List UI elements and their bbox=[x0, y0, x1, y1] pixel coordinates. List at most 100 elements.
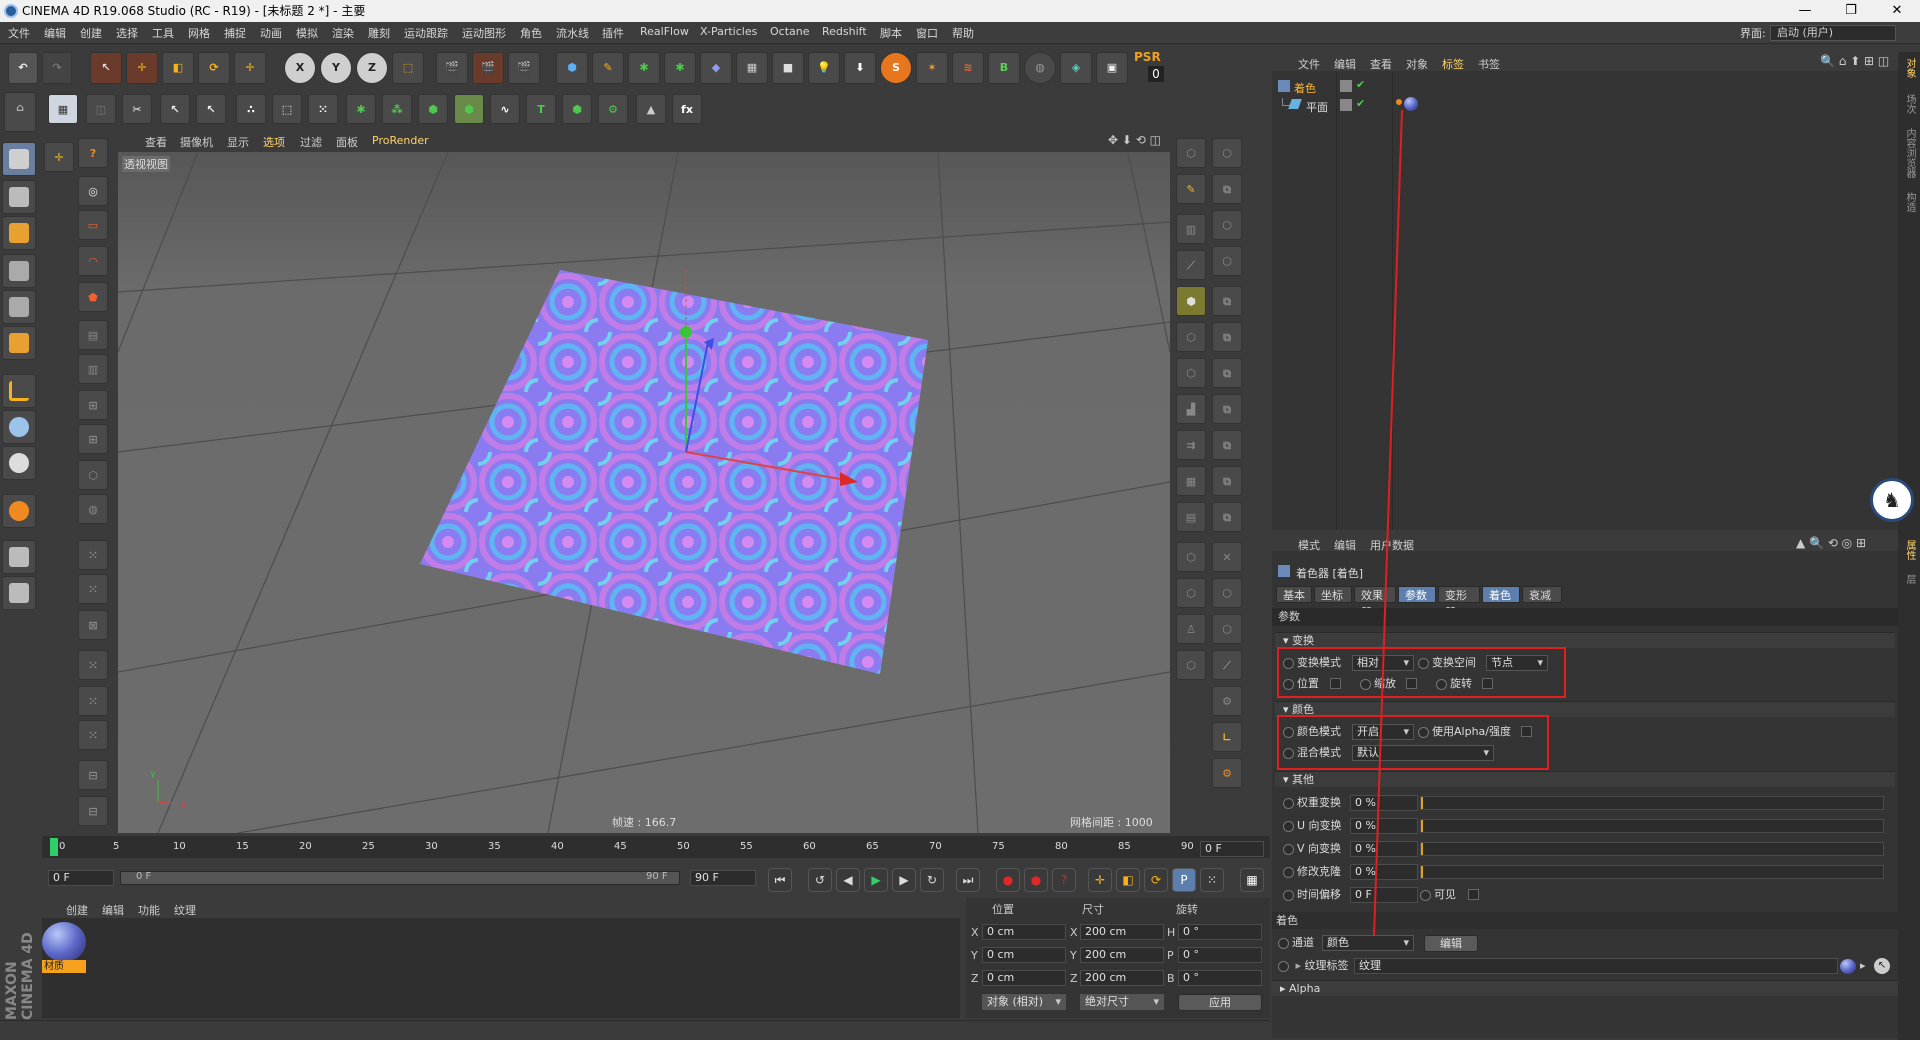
light-icon[interactable]: 💡 bbox=[808, 52, 840, 84]
object-menu-edit[interactable]: 编辑 bbox=[1334, 56, 1356, 72]
redo-icon[interactable]: ↷ bbox=[42, 52, 72, 84]
texture-tag-anim-icon[interactable] bbox=[1278, 960, 1289, 972]
edit-button[interactable]: 编辑 bbox=[1424, 935, 1478, 952]
palette-cube-8-icon[interactable]: ⬡ bbox=[1176, 578, 1206, 608]
floor-icon[interactable]: ▦ bbox=[736, 52, 768, 84]
fx-icon[interactable]: fx bbox=[672, 94, 702, 124]
attribute-nav-icons[interactable]: ▲ 🔍 ⟲ ◎ ⊞ bbox=[1796, 536, 1866, 550]
weight-anim-icon[interactable] bbox=[1283, 797, 1294, 809]
coord-mode-dropdown[interactable]: 对象 (相对) bbox=[982, 994, 1066, 1010]
grid-tool-5-icon[interactable]: ⁙ bbox=[78, 686, 108, 716]
menu-octane[interactable]: Octane bbox=[770, 25, 810, 38]
layout-select[interactable]: 启动 (用户) bbox=[1770, 25, 1896, 41]
right-tab-objects[interactable]: 对象 bbox=[1902, 58, 1917, 78]
prev-frame-icon[interactable]: ◀ bbox=[836, 868, 860, 892]
material-tag-icon[interactable] bbox=[1404, 97, 1418, 111]
texture-mode-icon[interactable]: ⬢ bbox=[418, 94, 448, 124]
live-select-icon[interactable]: ↖ bbox=[90, 52, 122, 84]
cube-icon[interactable]: ⬢ bbox=[556, 52, 588, 84]
tab-basic[interactable]: 基本 bbox=[1276, 586, 1312, 603]
object-menu-tags[interactable]: 标签 bbox=[1442, 56, 1464, 72]
iron-tool-icon[interactable]: ⬡ bbox=[78, 460, 108, 490]
viewport-menu-display[interactable]: 显示 bbox=[227, 134, 249, 150]
menu-sculpt[interactable]: 雕刻 bbox=[368, 25, 390, 41]
key-move-icon[interactable]: ✛ bbox=[1088, 868, 1112, 892]
right-tab-content-browser[interactable]: 内容浏览器 bbox=[1902, 128, 1917, 178]
camera-icon[interactable]: ■ bbox=[772, 52, 804, 84]
disabled-tool-icon[interactable]: ◫ bbox=[86, 94, 116, 124]
phong-tag-icon[interactable] bbox=[1396, 99, 1402, 105]
menu-animate[interactable]: 动画 bbox=[260, 25, 282, 41]
snap-s-icon[interactable] bbox=[2, 446, 36, 480]
palette-cube-3-icon[interactable]: ⬡ bbox=[1212, 210, 1242, 240]
viewport-nav-icons[interactable]: ✥ ⬇ ⟲ ◫ bbox=[1108, 133, 1161, 147]
layout-mesh-icon[interactable]: ⌂ bbox=[4, 92, 36, 132]
tab-coordinates[interactable]: 坐标 bbox=[1314, 586, 1352, 603]
coord-x-size[interactable]: 200 cm bbox=[1080, 924, 1164, 940]
key-pla-icon[interactable]: ⁙ bbox=[1200, 868, 1224, 892]
menu-window[interactable]: 窗口 bbox=[916, 25, 938, 41]
other-section-header[interactable]: ▾ 其他 bbox=[1275, 771, 1895, 787]
visible-checkbox[interactable] bbox=[1468, 889, 1479, 900]
sweep-icon[interactable]: ⚙ bbox=[598, 94, 628, 124]
object-mode-icon[interactable]: ⁂ bbox=[382, 94, 412, 124]
menu-realflow[interactable]: RealFlow bbox=[640, 25, 689, 38]
right-tab-attributes[interactable]: 属性 bbox=[1902, 540, 1917, 560]
grid-tool-8-icon[interactable]: ⊟ bbox=[78, 796, 108, 826]
viewport-menu-camera[interactable]: 摄像机 bbox=[180, 134, 213, 150]
menu-create[interactable]: 创建 bbox=[80, 25, 102, 41]
palette-knife-icon[interactable]: ⟋ bbox=[1176, 250, 1206, 280]
material-menu-function[interactable]: 功能 bbox=[138, 902, 160, 918]
record-icon[interactable]: ● bbox=[996, 868, 1020, 892]
v-transform-slider[interactable] bbox=[1420, 842, 1884, 856]
material-menu-texture[interactable]: 纹理 bbox=[174, 902, 196, 918]
key-rotate-icon[interactable]: ⟳ bbox=[1144, 868, 1168, 892]
plane-visibility-icon[interactable] bbox=[1340, 99, 1352, 111]
paint-tool-icon[interactable]: ▤ bbox=[78, 320, 108, 350]
viewport-menu-panel[interactable]: 面板 bbox=[336, 134, 358, 150]
edge-tool-icon[interactable] bbox=[2, 290, 36, 324]
object-plane-name[interactable]: 平面 bbox=[1306, 99, 1328, 115]
shader-enabled-check[interactable]: ✔ bbox=[1356, 78, 1365, 91]
knife-icon[interactable]: ✂ bbox=[122, 94, 152, 124]
coord-b-rotation[interactable]: 0 ° bbox=[1178, 970, 1262, 986]
select-loop-icon[interactable]: ↖ bbox=[160, 94, 190, 124]
viewport-menu-prorender[interactable]: ProRender bbox=[372, 134, 429, 147]
model-tool-icon[interactable] bbox=[2, 142, 36, 176]
grid-tool-2-icon[interactable]: ⁙ bbox=[78, 574, 108, 604]
deformer-icon[interactable]: ◆ bbox=[700, 52, 732, 84]
grid-tool-3-icon[interactable]: ⊠ bbox=[78, 610, 108, 640]
z-axis-icon[interactable]: Z bbox=[356, 52, 388, 84]
palette-layers-1-icon[interactable]: ⧉ bbox=[1212, 174, 1242, 204]
time-offset-anim-icon[interactable] bbox=[1283, 889, 1294, 901]
alpha-section-header[interactable]: ▸ Alpha bbox=[1272, 980, 1898, 996]
subdivision-icon[interactable]: ✱ bbox=[628, 52, 660, 84]
frame-range-slider[interactable] bbox=[120, 871, 680, 885]
sphere-grid-icon[interactable]: ◍ bbox=[1024, 52, 1056, 84]
texture-tool-icon[interactable] bbox=[2, 180, 36, 214]
attribute-menu-mode[interactable]: 模式 bbox=[1298, 537, 1320, 553]
lock-workplane-icon[interactable] bbox=[2, 540, 36, 574]
object-menu-file[interactable]: 文件 bbox=[1298, 56, 1320, 72]
material-menu-create[interactable]: 创建 bbox=[66, 902, 88, 918]
recent-tool-icon[interactable]: ✛ bbox=[234, 52, 266, 84]
sketch-icon[interactable]: ▲ bbox=[636, 94, 666, 124]
timeline-ruler[interactable] bbox=[42, 836, 1270, 858]
bridge-tool-icon[interactable]: ⊞ bbox=[78, 390, 108, 420]
palette-cube-7-icon[interactable]: ⬡ bbox=[1176, 542, 1206, 572]
menu-tools[interactable]: 工具 bbox=[152, 25, 174, 41]
viewport-menu-options[interactable]: 选项 bbox=[263, 134, 285, 150]
autokey-icon[interactable]: ● bbox=[1024, 868, 1048, 892]
modify-clone-slider[interactable] bbox=[1420, 865, 1884, 879]
menu-snap[interactable]: 捕捉 bbox=[224, 25, 246, 41]
coord-z-size[interactable]: 200 cm bbox=[1080, 970, 1164, 986]
menu-redshift[interactable]: Redshift bbox=[822, 25, 867, 38]
plugin-s-icon[interactable]: S bbox=[880, 52, 912, 84]
palette-cube-1-icon[interactable]: ⬡ bbox=[1176, 138, 1206, 168]
menu-mesh[interactable]: 网格 bbox=[188, 25, 210, 41]
lasso-select-icon[interactable]: ◠ bbox=[78, 246, 108, 276]
palette-stack-3-icon[interactable]: ⧉ bbox=[1212, 358, 1242, 388]
plugin-b-icon[interactable]: B bbox=[988, 52, 1020, 84]
channel-anim-icon[interactable] bbox=[1278, 937, 1289, 949]
palette-gear-2-icon[interactable]: ⚙ bbox=[1212, 758, 1242, 788]
